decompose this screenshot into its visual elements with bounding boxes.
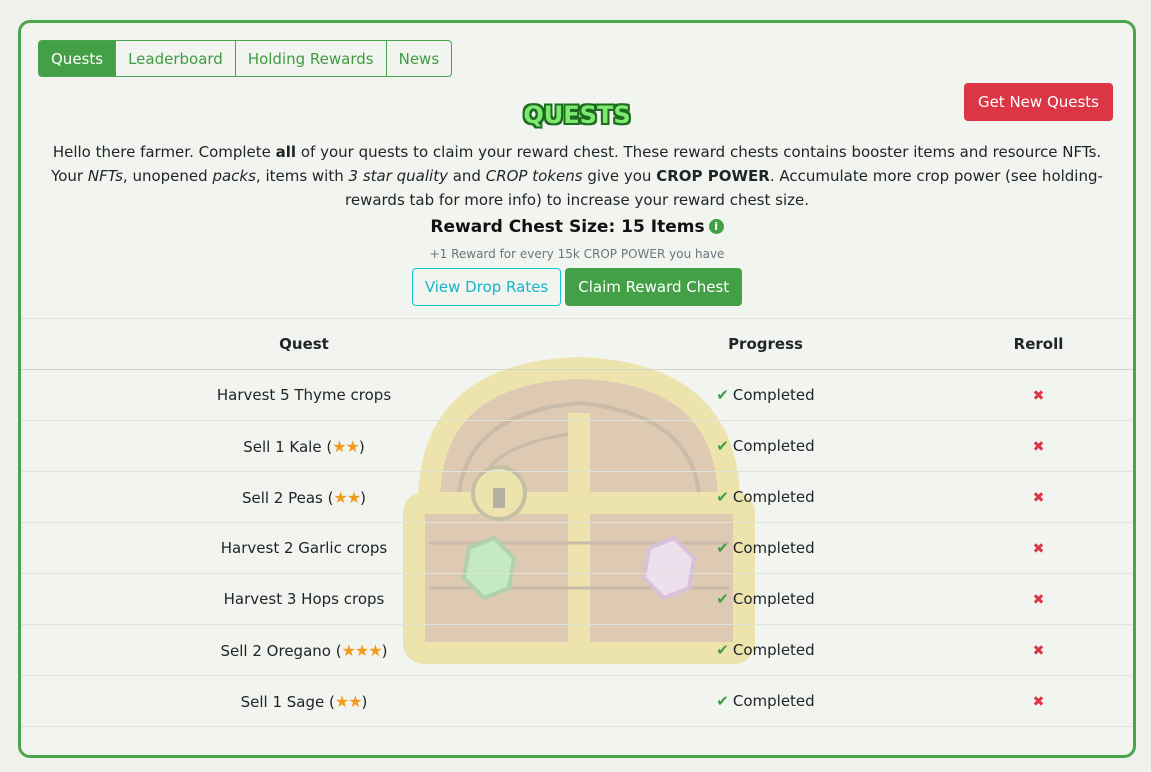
reroll-icon[interactable]: ✖ — [1033, 592, 1045, 608]
header-reroll: Reroll — [944, 318, 1133, 370]
progress-cell: ✔ Completed — [587, 369, 944, 421]
quest-cell: Harvest 3 Hops crops — [21, 573, 587, 625]
quest-name: Sell 2 Oregano ( — [220, 641, 342, 660]
reroll-cell: ✖ — [944, 675, 1133, 727]
check-icon: ✔ — [716, 386, 729, 404]
intro-part: , items with — [255, 167, 349, 185]
reroll-icon[interactable]: ✖ — [1033, 694, 1045, 710]
table-row: Sell 1 Kale (★★) ✔ Completed ✖ — [21, 420, 1133, 472]
reroll-icon[interactable]: ✖ — [1033, 490, 1045, 506]
reward-buttons: View Drop Rates Claim Reward Chest — [21, 268, 1133, 306]
progress-cell: ✔ Completed — [587, 420, 944, 472]
reward-subtext: +1 Reward for every 15k CROP POWER you h… — [429, 247, 725, 261]
progress-cell: ✔ Completed — [587, 471, 944, 523]
intro-part: , unopened — [122, 167, 213, 185]
progress-status: Completed — [732, 641, 815, 659]
intro-star-quality: 3 star quality — [348, 167, 448, 185]
intro-part: and — [447, 167, 486, 185]
quest-suffix: ) — [381, 641, 388, 660]
check-icon: ✔ — [716, 692, 729, 710]
intro-text: Hello there farmer. Complete all of your… — [35, 140, 1119, 212]
check-icon: ✔ — [716, 641, 729, 659]
quest-suffix: ) — [360, 488, 367, 507]
check-icon: ✔ — [716, 437, 729, 455]
progress-cell: ✔ Completed — [587, 522, 944, 574]
intro-all: all — [275, 143, 297, 161]
table-row: Sell 2 Peas (★★) ✔ Completed ✖ — [21, 471, 1133, 523]
progress-cell: ✔ Completed — [587, 624, 944, 676]
table-header-row: Quest Progress Reroll — [21, 318, 1133, 370]
table-row: Harvest 5 Thyme crops ✔ Completed ✖ — [21, 369, 1133, 421]
tab-leaderboard[interactable]: Leaderboard — [116, 40, 236, 77]
intro-nfts: NFTs — [87, 167, 123, 185]
quest-cell: Sell 2 Oregano (★★★) — [21, 624, 587, 676]
view-drop-rates-button[interactable]: View Drop Rates — [411, 268, 562, 306]
progress-status: Completed — [732, 488, 815, 506]
table-row: Harvest 3 Hops crops ✔ Completed ✖ — [21, 573, 1133, 625]
claim-reward-chest-button[interactable]: Claim Reward Chest — [565, 268, 743, 306]
quests-panel: Quests Leaderboard Holding Rewards News … — [18, 20, 1136, 758]
progress-cell: ✔ Completed — [587, 573, 944, 625]
intro-part: give you — [582, 167, 657, 185]
reroll-icon[interactable]: ✖ — [1033, 643, 1045, 659]
info-icon[interactable]: i — [708, 219, 724, 234]
reroll-cell: ✖ — [944, 573, 1133, 625]
check-icon: ✔ — [716, 488, 729, 506]
quest-name: Harvest 5 Thyme crops — [216, 386, 392, 404]
progress-status: Completed — [732, 590, 815, 608]
quest-suffix: ) — [361, 692, 368, 711]
quest-cell: Sell 1 Kale (★★) — [21, 420, 587, 472]
progress-status: Completed — [732, 539, 815, 557]
intro-crop-tokens: CROP tokens — [485, 167, 583, 185]
reroll-cell: ✖ — [944, 471, 1133, 523]
reroll-cell: ✖ — [944, 624, 1133, 676]
tab-bar: Quests Leaderboard Holding Rewards News — [38, 40, 453, 77]
check-icon: ✔ — [716, 590, 729, 608]
progress-status: Completed — [732, 437, 815, 455]
intro-crop-power: CROP POWER — [656, 167, 770, 185]
header-progress: Progress — [587, 318, 944, 370]
quest-cell: Sell 2 Peas (★★) — [21, 471, 587, 523]
reroll-cell: ✖ — [944, 369, 1133, 421]
quest-name: Harvest 3 Hops crops — [223, 590, 385, 608]
star-icon: ★★ — [334, 691, 363, 711]
progress-status: Completed — [732, 386, 815, 404]
page-title: QUESTS — [523, 101, 631, 129]
intro-part: Hello there farmer. Complete — [52, 143, 276, 161]
tab-holding-rewards[interactable]: Holding Rewards — [235, 40, 387, 77]
quest-cell: Harvest 5 Thyme crops — [21, 369, 587, 421]
reroll-icon[interactable]: ✖ — [1033, 541, 1045, 557]
quest-suffix: ) — [358, 437, 365, 456]
tab-quests[interactable]: Quests — [38, 40, 117, 77]
reroll-icon[interactable]: ✖ — [1033, 388, 1045, 404]
quest-name: Sell 1 Sage ( — [240, 692, 335, 711]
reroll-icon[interactable]: ✖ — [1033, 439, 1045, 455]
star-icon: ★★ — [333, 487, 361, 507]
star-icon: ★★★ — [341, 640, 383, 660]
quest-cell: Sell 1 Sage (★★) — [21, 675, 587, 727]
header-quest: Quest — [21, 318, 587, 370]
quest-name: Sell 1 Kale ( — [243, 437, 333, 456]
reward-chest-size: Reward Chest Size: 15 Items i — [21, 217, 1133, 237]
check-icon: ✔ — [716, 539, 729, 557]
star-icon: ★★ — [332, 436, 360, 456]
quest-name: Sell 2 Peas ( — [241, 488, 334, 507]
progress-status: Completed — [732, 692, 815, 710]
quest-cell: Harvest 2 Garlic crops — [21, 522, 587, 574]
reroll-cell: ✖ — [944, 522, 1133, 574]
reward-chest-size-label: Reward Chest Size: 15 Items — [430, 217, 705, 237]
quest-name: Harvest 2 Garlic crops — [220, 539, 388, 557]
tab-news[interactable]: News — [386, 40, 453, 77]
table-row: Harvest 2 Garlic crops ✔ Completed ✖ — [21, 522, 1133, 574]
table-row: Sell 2 Oregano (★★★) ✔ Completed ✖ — [21, 624, 1133, 676]
table-row: Sell 1 Sage (★★) ✔ Completed ✖ — [21, 675, 1133, 727]
reroll-cell: ✖ — [944, 420, 1133, 472]
intro-packs: packs — [212, 167, 256, 185]
quests-table: Quest Progress Reroll Harvest 5 Thyme cr… — [21, 318, 1133, 727]
progress-cell: ✔ Completed — [587, 675, 944, 727]
